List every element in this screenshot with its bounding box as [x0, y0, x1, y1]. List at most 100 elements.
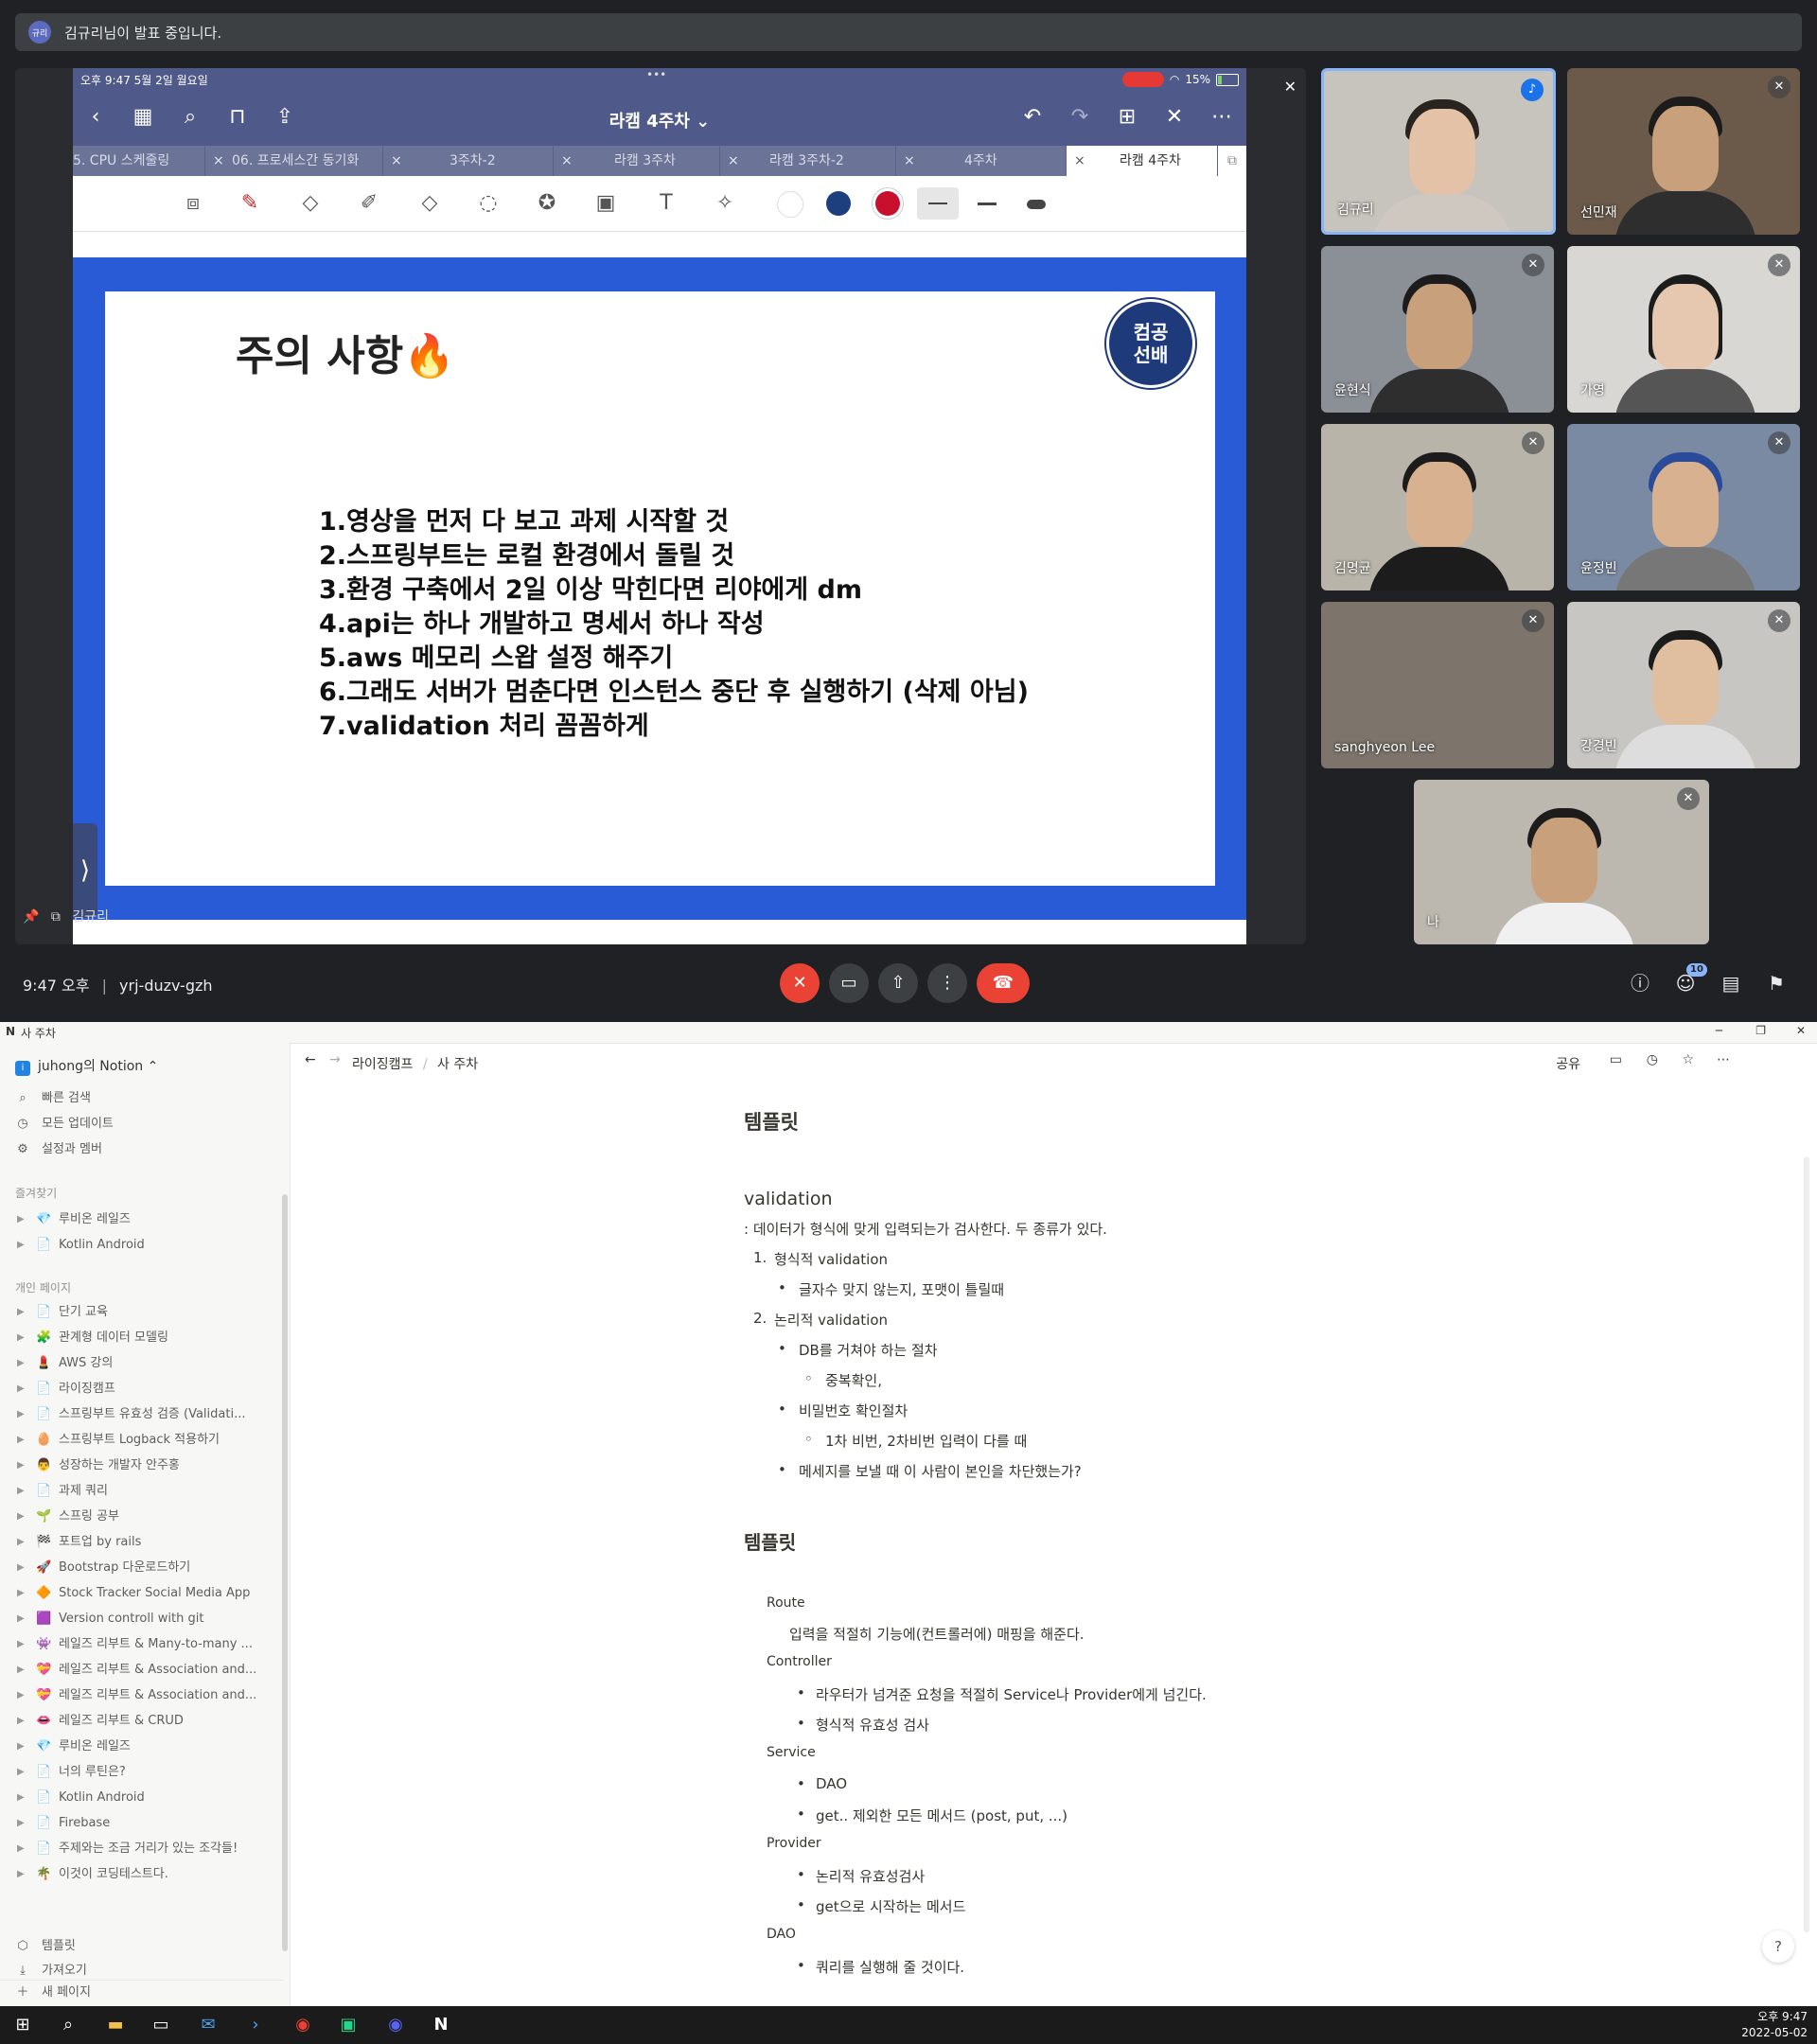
- expand-arrow-icon[interactable]: ▶: [17, 1326, 25, 1350]
- page-scrollbar[interactable]: [1804, 1156, 1809, 1932]
- sidebar-item-page[interactable]: ▶ 🏁 포트업 by rails: [0, 1530, 284, 1555]
- shapes-icon[interactable]: ◇: [415, 189, 444, 218]
- breadcrumb-item[interactable]: 라이징캠프: [352, 1057, 413, 1072]
- redo-icon[interactable]: ↷: [1067, 104, 1093, 131]
- image-icon[interactable]: ▣: [591, 189, 620, 218]
- expand-arrow-icon[interactable]: ▶: [17, 1658, 25, 1683]
- expand-arrow-icon[interactable]: ▶: [17, 1607, 25, 1631]
- expand-arrow-icon[interactable]: ▶: [17, 1351, 25, 1376]
- sidebar-item-page[interactable]: ▶ 💝 레일즈 리부트 & Association and...: [0, 1683, 284, 1708]
- star-icon[interactable]: ☆: [1682, 1052, 1694, 1067]
- participant-tile[interactable]: ✕ 윤현식: [1321, 246, 1554, 413]
- sticker-icon[interactable]: ✪: [533, 189, 561, 218]
- help-button[interactable]: ?: [1762, 1930, 1794, 1963]
- expand-arrow-icon[interactable]: ▶: [17, 1786, 25, 1810]
- forward-arrow-icon[interactable]: →: [329, 1052, 341, 1067]
- close-icon[interactable]: ×: [1074, 146, 1085, 176]
- sidebar-item-page[interactable]: ▶ 🚀 Bootstrap 다운로드하기: [0, 1556, 284, 1580]
- tab-lacamp-week4[interactable]: × 라캠 4주차: [1067, 146, 1218, 176]
- new-page-button[interactable]: ＋ 새 페이지: [0, 1980, 284, 2005]
- sidebar-item-templates[interactable]: ⬡ 템플릿: [0, 1934, 284, 1959]
- powershell-icon[interactable]: ›: [242, 2012, 269, 2038]
- highlighter-icon[interactable]: ✐: [355, 189, 383, 218]
- close-pen-icon[interactable]: ✕: [1161, 104, 1188, 131]
- sidebar-item-page[interactable]: ▶ 📄 과제 쿼리: [0, 1479, 284, 1504]
- sidebar-item-page[interactable]: ▶ 💝 레일즈 리부트 & Association and...: [0, 1658, 284, 1683]
- self-tile[interactable]: ✕ 나: [1414, 780, 1709, 944]
- expand-arrow-icon[interactable]: ▶: [17, 1837, 25, 1861]
- expand-arrow-icon[interactable]: ▶: [17, 1735, 25, 1759]
- sidebar-item-page[interactable]: ▶ 📄 단기 교육: [0, 1300, 284, 1325]
- participant-tile[interactable]: ✕ 김명균: [1321, 424, 1554, 590]
- close-icon[interactable]: ×: [904, 146, 915, 176]
- color-navy[interactable]: [826, 191, 851, 216]
- expand-arrow-icon[interactable]: ▶: [17, 1402, 25, 1427]
- expand-arrow-icon[interactable]: ▶: [17, 1862, 25, 1887]
- present-button[interactable]: ⇧: [878, 963, 918, 1003]
- tab-cpu[interactable]: 5. CPU 스케줄링: [73, 146, 205, 176]
- sidebar-item-page[interactable]: ▶ 🌱 스프링 공부: [0, 1505, 284, 1529]
- expand-arrow-icon[interactable]: ▶: [17, 1632, 25, 1657]
- sidebar-item-page[interactable]: ▶ 📄 Kotlin Android: [0, 1786, 284, 1810]
- tab-lacamp-week3-2[interactable]: × 라캠 3주차-2: [720, 146, 896, 176]
- stroke-medium[interactable]: [978, 203, 997, 205]
- participant-tile[interactable]: ✕ 강경빈: [1567, 602, 1800, 768]
- datagrip-icon[interactable]: ▣: [335, 2012, 362, 2038]
- participant-tile[interactable]: ✕ 선민재: [1567, 68, 1800, 235]
- windows-start-icon[interactable]: ⊞: [9, 2012, 36, 2038]
- minimize-button[interactable]: ─: [1716, 1024, 1722, 1037]
- participant-tile[interactable]: ✕ 윤정빈: [1567, 424, 1800, 590]
- sidebar-item-favorite[interactable]: ▶ 💎 루비온 레일즈: [0, 1207, 284, 1232]
- chat-icon[interactable]: ▤: [1717, 969, 1745, 997]
- expand-arrow-icon[interactable]: ▶: [17, 1530, 25, 1555]
- end-call-button[interactable]: ☎: [977, 963, 1030, 1003]
- sidebar-item-page[interactable]: ▶ 📄 너의 루틴은?: [0, 1760, 284, 1785]
- comment-icon[interactable]: ▭: [1610, 1052, 1622, 1067]
- sidebar-item-favorite[interactable]: ▶ 📄 Kotlin Android: [0, 1233, 284, 1258]
- mic-toggle-button[interactable]: ✕: [780, 963, 820, 1003]
- expand-arrow-icon[interactable]: ▶: [17, 1428, 25, 1453]
- expand-arrow-icon[interactable]: ▶: [17, 1233, 25, 1258]
- discord-icon[interactable]: ◉: [382, 2012, 409, 2038]
- add-page-icon[interactable]: ⊞: [1114, 104, 1140, 131]
- participant-tile[interactable]: ✕ 가영: [1567, 246, 1800, 413]
- stroke-thick[interactable]: [1027, 200, 1046, 209]
- expand-arrow-icon[interactable]: ▶: [17, 1300, 25, 1325]
- expand-arrow-icon[interactable]: ▶: [17, 1581, 25, 1606]
- close-icon[interactable]: ×: [728, 146, 739, 176]
- more-icon[interactable]: ⋯: [1717, 1052, 1730, 1067]
- sidebar-item-settings[interactable]: ⚙ 설정과 멤버: [0, 1137, 284, 1162]
- sidebar-item-page[interactable]: ▶ 💄 AWS 강의: [0, 1351, 284, 1376]
- history-icon[interactable]: ◷: [1647, 1052, 1658, 1067]
- expand-arrow-icon[interactable]: ▶: [17, 1760, 25, 1785]
- expand-arrow-icon[interactable]: ▶: [17, 1505, 25, 1529]
- sidebar-item-page[interactable]: ▶ 👨 성장하는 개발자 안주홍: [0, 1454, 284, 1478]
- system-clock[interactable]: 오후 9:47 2022-05-02: [1741, 2009, 1808, 2041]
- sidebar-item-page[interactable]: ▶ 🔶 Stock Tracker Social Media App: [0, 1581, 284, 1606]
- close-icon[interactable]: ×: [561, 146, 573, 176]
- camera-toggle-button[interactable]: ▭: [829, 963, 869, 1003]
- sidebar-item-page[interactable]: ▶ 📄 Firebase: [0, 1811, 284, 1836]
- terminal-icon[interactable]: ▭: [148, 2012, 174, 2038]
- participant-tile[interactable]: ✕ sanghyeon Lee: [1321, 602, 1554, 768]
- sidebar-item-page[interactable]: ▶ 🧩 관계형 데이터 모델링: [0, 1326, 284, 1350]
- tab-week4[interactable]: × 4주차: [896, 146, 1067, 176]
- sidebar-item-page[interactable]: ▶ 👾 레일즈 리부트 & Many-to-many ...: [0, 1632, 284, 1657]
- eraser-icon[interactable]: ◇: [296, 189, 325, 218]
- sidebar-item-page[interactable]: ▶ 📄 라이징캠프: [0, 1377, 284, 1401]
- close-icon[interactable]: ×: [391, 146, 402, 176]
- laser-pointer-icon[interactable]: ✧: [711, 189, 739, 218]
- expand-arrow-icon[interactable]: ▶: [17, 1811, 25, 1836]
- people-icon[interactable]: ☺ 10: [1671, 963, 1707, 997]
- expand-arrow-icon[interactable]: ▶: [17, 1377, 25, 1401]
- sidebar-item-page[interactable]: ▶ 📄 스프링부트 유효성 검증 (Validati...: [0, 1402, 284, 1427]
- sidebar-item-page[interactable]: ▶ 👄 레일즈 리부트 & CRUD: [0, 1709, 284, 1734]
- participant-tile[interactable]: ♪ 김규리: [1321, 68, 1556, 235]
- new-tab-icon[interactable]: ⧉: [1218, 146, 1246, 176]
- more-icon[interactable]: ⋯: [1208, 104, 1235, 131]
- lasso-page-icon[interactable]: ⧈: [179, 189, 207, 218]
- color-red[interactable]: [875, 191, 900, 216]
- tab-week3-2[interactable]: × 3주차-2: [383, 146, 554, 176]
- workspace-switcher[interactable]: i juhong의 Notion ⌃: [15, 1056, 158, 1076]
- sidebar-item-page[interactable]: ▶ 🌴 이것이 코딩테스트다.: [0, 1862, 284, 1887]
